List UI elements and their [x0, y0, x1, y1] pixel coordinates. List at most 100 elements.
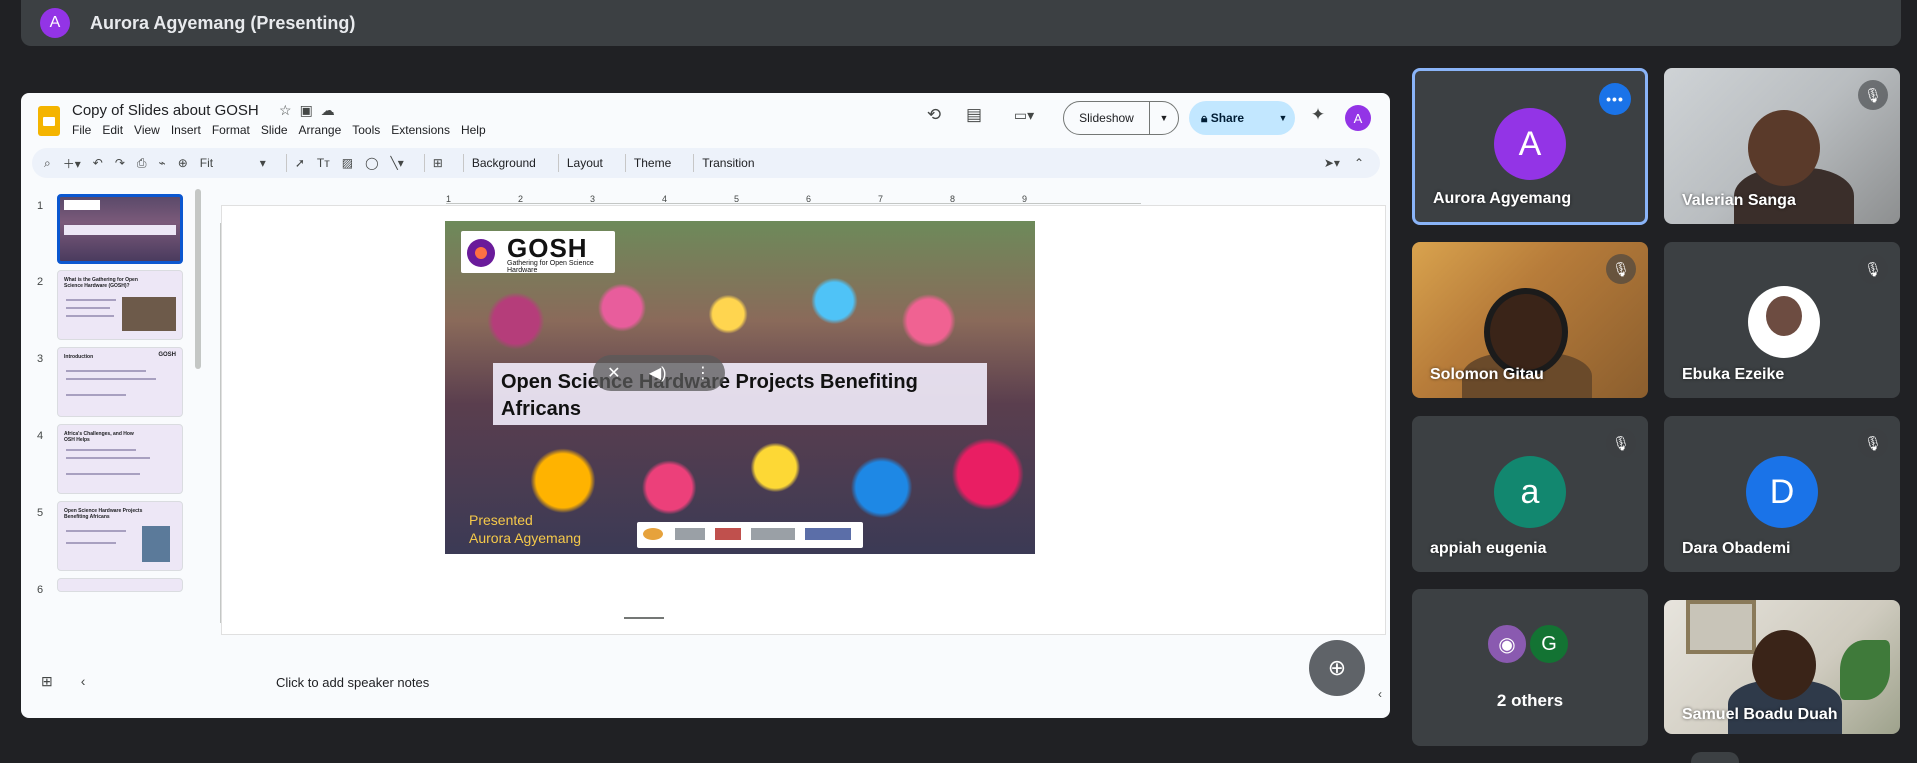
menu-edit[interactable]: Edit	[102, 123, 123, 137]
participant-avatar	[1748, 286, 1820, 358]
collapse-filmstrip-icon[interactable]: ‹	[81, 673, 86, 690]
participant-tile-others[interactable]: ◉ G 2 others	[1412, 589, 1648, 746]
zoom-icon[interactable]: ⊕	[178, 156, 188, 170]
menu-slide[interactable]: Slide	[261, 123, 288, 137]
thumb-title: What is the Gathering for Open Science H…	[64, 277, 138, 289]
theme-button[interactable]: Theme	[634, 156, 671, 170]
print-icon[interactable]: ⎙	[137, 156, 147, 171]
more-options-icon[interactable]: ⋮	[695, 363, 711, 383]
slide-thumbnail-3[interactable]: Introduction GOSH	[57, 347, 183, 417]
volume-icon[interactable]: ◀)	[649, 363, 667, 383]
thumb-line	[66, 378, 156, 380]
more-options-icon[interactable]: •••	[1599, 83, 1631, 115]
participant-tile-dara[interactable]: D 🎙︎ Dara Obademi	[1664, 416, 1900, 572]
text-box-icon[interactable]: Tт	[317, 156, 330, 170]
participant-name: Solomon Gitau	[1430, 366, 1544, 383]
comment-add-icon[interactable]: ⊞	[433, 156, 443, 170]
presenter-label: Aurora Agyemang (Presenting)	[90, 12, 356, 33]
pointer-mode-icon[interactable]: ➤▾	[1324, 156, 1340, 170]
zoom-in-icon[interactable]: ⊕	[1309, 640, 1365, 696]
new-slide-icon[interactable]: ＋▾	[63, 155, 81, 172]
redo-icon[interactable]: ↷	[115, 156, 125, 170]
thumb-line	[66, 315, 114, 317]
other-participant-avatar: ◉	[1486, 623, 1528, 665]
participant-tile-solomon[interactable]: 🎙︎ Solomon Gitau	[1412, 242, 1648, 398]
presenter-avatar: A	[40, 8, 70, 38]
menu-extensions[interactable]: Extensions	[391, 123, 450, 137]
folder-icon[interactable]: ▣	[300, 102, 313, 119]
participant-tile-samuel[interactable]: Samuel Boadu Duah	[1664, 600, 1900, 734]
vertical-ruler[interactable]	[211, 223, 221, 623]
scroll-indicator[interactable]	[1691, 752, 1739, 763]
document-title[interactable]: Copy of Slides about GOSH	[72, 102, 259, 119]
participant-tile-ebuka[interactable]: 🎙︎ Ebuka Ezeike	[1664, 242, 1900, 398]
slide-thumbnail-1[interactable]	[57, 194, 183, 264]
undo-icon[interactable]: ↶	[93, 156, 103, 170]
menu-help[interactable]: Help	[461, 123, 486, 137]
slide-thumbnail-4[interactable]: Africa's Challenges, and How OSH Helps	[57, 424, 183, 494]
slideshow-button[interactable]: Slideshow ▼	[1063, 101, 1179, 135]
shape-icon[interactable]: ◯	[365, 156, 378, 170]
camera-icon[interactable]: ▭▾	[1007, 102, 1041, 128]
other-participant-avatar: G	[1528, 623, 1570, 665]
zoom-select[interactable]: Fit	[200, 156, 248, 170]
menu-tools[interactable]: Tools	[352, 123, 380, 137]
slideshow-dropdown-icon[interactable]: ▼	[1150, 113, 1178, 123]
select-cursor-icon[interactable]: ➚	[295, 156, 305, 170]
paint-format-icon[interactable]: ⌁	[159, 156, 166, 170]
menu-format[interactable]: Format	[212, 123, 250, 137]
notes-resize-handle[interactable]	[624, 617, 664, 619]
account-avatar[interactable]: A	[1345, 105, 1371, 131]
slide-thumbnail-6[interactable]	[57, 578, 183, 592]
horizontal-ruler[interactable]: 1 2 3 4 5 6 7 8 9	[446, 194, 1141, 204]
ruler-tick: 1	[446, 194, 452, 204]
side-panel-toggle-icon[interactable]: ‹	[1378, 687, 1382, 701]
slideshow-label[interactable]: Slideshow	[1064, 102, 1150, 134]
thumb-photo	[122, 297, 176, 331]
slide-thumbnail-5[interactable]: Open Science Hardware Projects Benefitin…	[57, 501, 183, 571]
menu-insert[interactable]: Insert	[171, 123, 201, 137]
share-label[interactable]: 🔒︎ Share	[1189, 111, 1271, 126]
participant-name: Aurora Agyemang	[1433, 190, 1572, 207]
participant-tile-aurora[interactable]: A ••• Aurora Agyemang	[1412, 68, 1648, 225]
thumb-line	[66, 457, 150, 459]
comment-icon[interactable]: ▤	[961, 102, 987, 128]
background-button[interactable]: Background	[472, 156, 536, 170]
search-menus-icon[interactable]: ⌕	[44, 156, 51, 171]
slides-logo-icon[interactable]	[38, 106, 60, 136]
ruler-tick: 9	[1022, 194, 1028, 204]
cloud-icon[interactable]: ☁	[321, 102, 335, 119]
filmstrip-scrollbar[interactable]	[195, 189, 201, 369]
share-dropdown-icon[interactable]: ▼	[1271, 113, 1295, 123]
menu-file[interactable]: File	[72, 123, 91, 137]
participant-tile-appiah[interactable]: a 🎙︎ appiah eugenia	[1412, 416, 1648, 572]
menu-view[interactable]: View	[134, 123, 160, 137]
ruler-tick: 4	[662, 194, 668, 204]
gemini-sparkle-icon[interactable]: ✦	[1305, 102, 1331, 128]
thumb-photo	[142, 526, 170, 562]
thumb-line	[66, 530, 126, 532]
thumb-number: 5	[37, 507, 44, 519]
participant-tile-valerian[interactable]: 🎙︎ Valerian Sanga	[1664, 68, 1900, 224]
zoom-dropdown-icon[interactable]: ▾	[260, 156, 266, 170]
thumb-logo: GOSH	[158, 352, 176, 358]
image-icon[interactable]: ▨	[342, 156, 353, 170]
menu-arrange[interactable]: Arrange	[299, 123, 342, 137]
history-icon[interactable]: ⟲	[921, 102, 947, 128]
transition-button[interactable]: Transition	[702, 156, 754, 170]
grid-view-icon[interactable]: ⊞	[41, 673, 53, 690]
layout-button[interactable]: Layout	[567, 156, 603, 170]
star-icon[interactable]: ☆	[279, 102, 292, 119]
slide-title-box[interactable]: Open Science Hardware Projects Benefitin…	[493, 363, 987, 425]
participant-avatar: D	[1746, 456, 1818, 528]
line-icon[interactable]: ╲▾	[391, 156, 404, 170]
collapse-toolbar-icon[interactable]: ⌃	[1354, 156, 1364, 170]
speaker-notes[interactable]: Click to add speaker notes	[276, 675, 429, 690]
current-slide[interactable]: GOSH Gathering for Open Science Hardware…	[445, 221, 1035, 554]
mute-icon[interactable]: ✕	[607, 363, 620, 383]
ruler-tick: 3	[590, 194, 596, 204]
share-button[interactable]: 🔒︎ Share ▼	[1189, 101, 1295, 135]
slide-thumbnail-2[interactable]: What is the Gathering for Open Science H…	[57, 270, 183, 340]
thumb-title: Africa's Challenges, and How OSH Helps	[64, 431, 134, 443]
thumb-number: 4	[37, 430, 44, 442]
